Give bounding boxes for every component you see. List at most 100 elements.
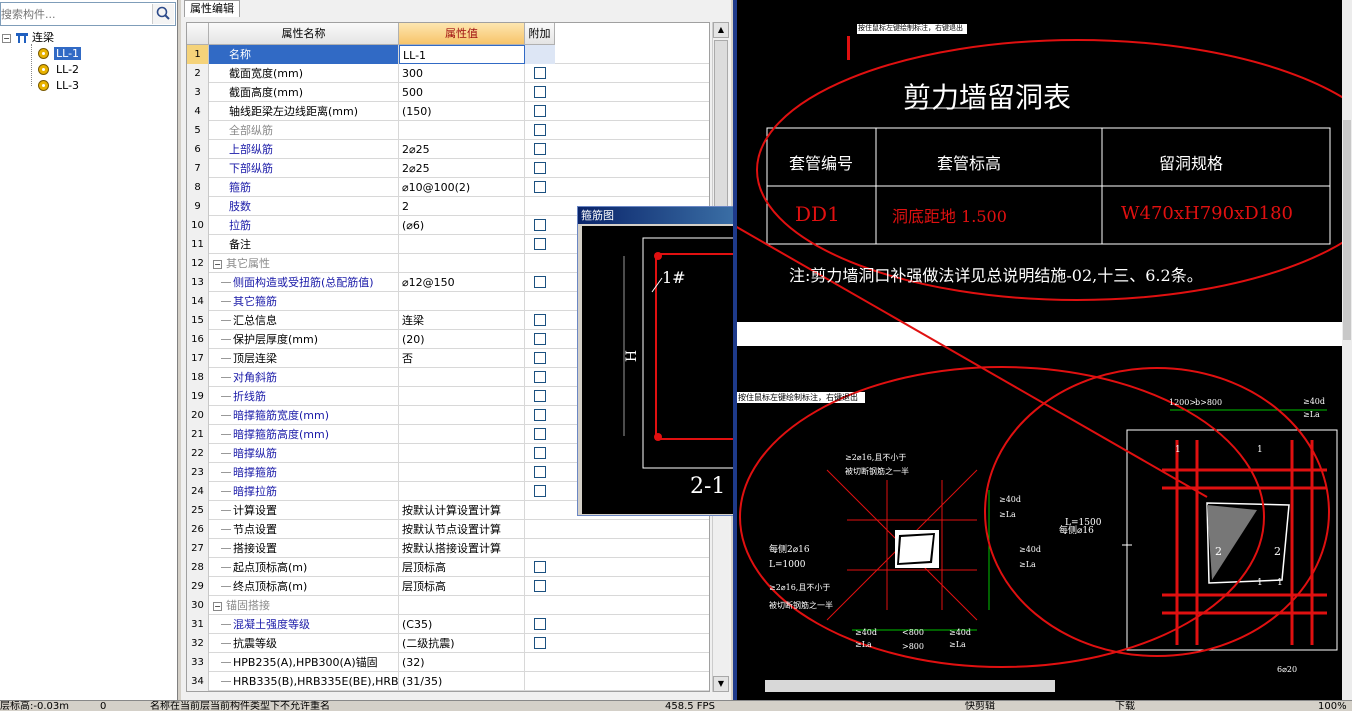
extra-checkbox[interactable] [534, 333, 546, 345]
extra-checkbox[interactable] [534, 561, 546, 573]
extra-checkbox[interactable] [534, 124, 546, 136]
extra-checkbox[interactable] [534, 86, 546, 98]
header-extra[interactable]: 附加 [525, 23, 555, 45]
tree-item-ll-1[interactable]: LL-1 [38, 46, 82, 62]
row-property-value[interactable] [399, 292, 525, 311]
row-property-value[interactable]: (20) [399, 330, 525, 349]
extra-checkbox[interactable] [534, 580, 546, 592]
extra-checkbox[interactable] [534, 143, 546, 155]
row-property-value[interactable] [399, 406, 525, 425]
table-row[interactable]: 5 全部纵筋 [187, 121, 709, 140]
taskbar-download[interactable]: 下载 [1115, 701, 1135, 711]
row-property-value[interactable] [399, 387, 525, 406]
row-property-value[interactable]: ⌀12@150 [399, 273, 525, 292]
row-property-value[interactable]: 2⌀25 [399, 140, 525, 159]
extra-checkbox[interactable] [534, 428, 546, 440]
row-property-value[interactable] [399, 425, 525, 444]
tab-property-edit[interactable]: 属性编辑 [184, 0, 240, 17]
row-property-value[interactable] [399, 235, 525, 254]
scroll-down-button[interactable]: ▼ [713, 676, 729, 692]
table-row[interactable]: 7 下部纵筋 2⌀25 [187, 159, 709, 178]
table-row[interactable]: 6 上部纵筋 2⌀25 [187, 140, 709, 159]
taskbar-clip[interactable]: 快剪辑 [965, 701, 995, 711]
row-property-value[interactable]: (C35) [399, 615, 525, 634]
row-property-value[interactable]: 层顶标高 [399, 577, 525, 596]
collapse-icon[interactable]: − [213, 601, 222, 611]
table-row[interactable]: 1 名称 LL-1 [187, 45, 709, 64]
extra-checkbox[interactable] [534, 105, 546, 117]
row-property-value[interactable]: (32) [399, 653, 525, 672]
search-button[interactable] [152, 4, 174, 24]
extra-checkbox[interactable] [534, 447, 546, 459]
row-property-value[interactable]: (二级抗震) [399, 634, 525, 653]
table-row[interactable]: 34 HRB335(B),HRB335E(BE),HRBF (31/35) [187, 672, 709, 691]
row-property-value[interactable]: 按默认计算设置计算 [399, 501, 525, 520]
row-property-value[interactable]: 否 [399, 349, 525, 368]
row-property-value[interactable] [399, 482, 525, 501]
extra-checkbox[interactable] [534, 390, 546, 402]
header-name[interactable]: 属性名称 [209, 23, 399, 45]
collapse-icon[interactable]: − [213, 259, 222, 269]
stirrup-window: 箍筋图 1# H 2-1 [577, 206, 736, 516]
extra-checkbox[interactable] [534, 314, 546, 326]
row-property-value[interactable] [399, 121, 525, 140]
table-row[interactable]: 29 终点顶标高(m) 层顶标高 [187, 577, 709, 596]
table-row[interactable]: 31 混凝土强度等级 (C35) [187, 615, 709, 634]
row-property-value[interactable] [399, 463, 525, 482]
row-property-name: 上部纵筋 [209, 140, 399, 159]
table-row[interactable]: 2 截面宽度(mm) 300 [187, 64, 709, 83]
extra-checkbox[interactable] [534, 276, 546, 288]
row-property-value[interactable] [399, 444, 525, 463]
row-property-value[interactable]: 2⌀25 [399, 159, 525, 178]
extra-checkbox[interactable] [534, 219, 546, 231]
scroll-up-button[interactable]: ▲ [713, 22, 729, 38]
row-property-value[interactable]: (31/35) [399, 672, 525, 691]
row-property-value[interactable]: (150) [399, 102, 525, 121]
row-property-value[interactable]: 连梁 [399, 311, 525, 330]
table-row[interactable]: 27 搭接设置 按默认搭接设置计算 [187, 539, 709, 558]
row-property-value[interactable]: 300 [399, 64, 525, 83]
extra-checkbox[interactable] [534, 181, 546, 193]
row-property-value[interactable]: 按默认搭接设置计算 [399, 539, 525, 558]
row-property-value[interactable]: ⌀10@100(2) [399, 178, 525, 197]
row-property-value[interactable]: (⌀6) [399, 216, 525, 235]
extra-checkbox[interactable] [534, 238, 546, 250]
extra-checkbox[interactable] [534, 352, 546, 364]
extra-checkbox[interactable] [534, 637, 546, 649]
table-row[interactable]: 28 起点顶标高(m) 层顶标高 [187, 558, 709, 577]
taskbar-zoom[interactable]: 100% [1318, 701, 1347, 711]
collapse-icon[interactable]: − [2, 33, 11, 43]
tree-item-ll-2[interactable]: LL-2 [38, 62, 79, 78]
row-property-value[interactable]: 500 [399, 83, 525, 102]
stirrup-window-title[interactable]: 箍筋图 [578, 207, 733, 224]
search-input[interactable] [1, 3, 151, 25]
tree-root[interactable]: − 连梁 [2, 30, 54, 46]
table-row[interactable]: 32 抗震等级 (二级抗震) [187, 634, 709, 653]
row-property-name: − 其它属性 [209, 254, 399, 273]
row-property-value[interactable] [399, 596, 525, 615]
table-row[interactable]: 33 HPB235(A),HPB300(A)锚固 (32) [187, 653, 709, 672]
extra-checkbox[interactable] [534, 67, 546, 79]
extra-checkbox[interactable] [534, 371, 546, 383]
table-row[interactable]: 26 节点设置 按默认节点设置计算 [187, 520, 709, 539]
row-property-value[interactable] [399, 368, 525, 387]
extra-checkbox[interactable] [534, 162, 546, 174]
row-property-value[interactable] [399, 254, 525, 273]
header-value[interactable]: 属性值 [399, 23, 525, 45]
table-row[interactable]: 30− 锚固搭接 [187, 596, 709, 615]
row-number: 5 [187, 121, 209, 140]
scroll-thumb[interactable] [714, 40, 728, 220]
row-property-value[interactable]: LL-1 [399, 45, 525, 64]
extra-checkbox[interactable] [534, 466, 546, 478]
extra-checkbox[interactable] [534, 409, 546, 421]
table-row[interactable]: 8 箍筋 ⌀10@100(2) [187, 178, 709, 197]
tree-item-ll-3[interactable]: LL-3 [38, 78, 79, 94]
extra-checkbox[interactable] [534, 485, 546, 497]
extra-checkbox[interactable] [534, 618, 546, 630]
table-row[interactable]: 4 轴线距梁左边线距离(mm) (150) [187, 102, 709, 121]
table-row[interactable]: 3 截面高度(mm) 500 [187, 83, 709, 102]
row-property-value[interactable]: 2 [399, 197, 525, 216]
cad-detail-label: 2 [1215, 545, 1222, 558]
row-property-value[interactable]: 按默认节点设置计算 [399, 520, 525, 539]
row-property-value[interactable]: 层顶标高 [399, 558, 525, 577]
